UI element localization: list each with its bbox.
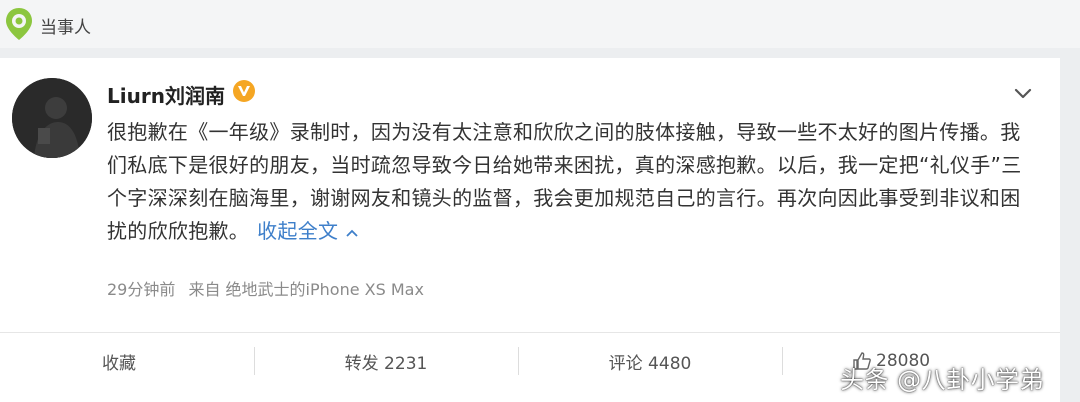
post-card: Liurn刘润南 很抱歉在《一年级》录制时，因为没有太注意和欣欣之间的肢体接触，… (0, 58, 1060, 402)
comment-label: 评论 4480 (608, 353, 692, 374)
chevron-down-icon[interactable] (1012, 82, 1034, 104)
topic-label[interactable]: 当事人 (40, 13, 91, 38)
verified-v-icon (233, 80, 255, 102)
favorite-label: 收藏 (102, 353, 136, 374)
avatar-photo (12, 78, 92, 158)
collapse-label: 收起全文 (257, 219, 339, 243)
post-time[interactable]: 29分钟前 (107, 280, 175, 299)
comment-button[interactable]: 评论 4480 (518, 333, 782, 389)
post-source: 来自 绝地武士的iPhone XS Max (188, 280, 424, 299)
post-body: 很抱歉在《一年级》录制时，因为没有太注意和欣欣之间的肢体接触，导致一些不太好的图… (107, 116, 1037, 248)
post-meta: 29分钟前 来自 绝地武士的iPhone XS Max (107, 276, 424, 300)
repost-label: 转发 2231 (344, 353, 428, 374)
author-name[interactable]: Liurn刘润南 (107, 80, 225, 109)
topic-bar: 当事人 (0, 0, 1080, 48)
avatar[interactable] (12, 78, 92, 158)
chevron-up-icon (346, 229, 358, 237)
favorite-button[interactable]: 收藏 (0, 333, 254, 389)
post-text: 很抱歉在《一年级》录制时，因为没有太注意和欣欣之间的肢体接触，导致一些不太好的图… (107, 120, 1022, 243)
location-pin-icon (6, 8, 32, 40)
watermark: 头条 @八卦小学弟 (840, 366, 1045, 394)
repost-button[interactable]: 转发 2231 (254, 333, 518, 389)
collapse-full-text-link[interactable]: 收起全文 (257, 219, 359, 243)
